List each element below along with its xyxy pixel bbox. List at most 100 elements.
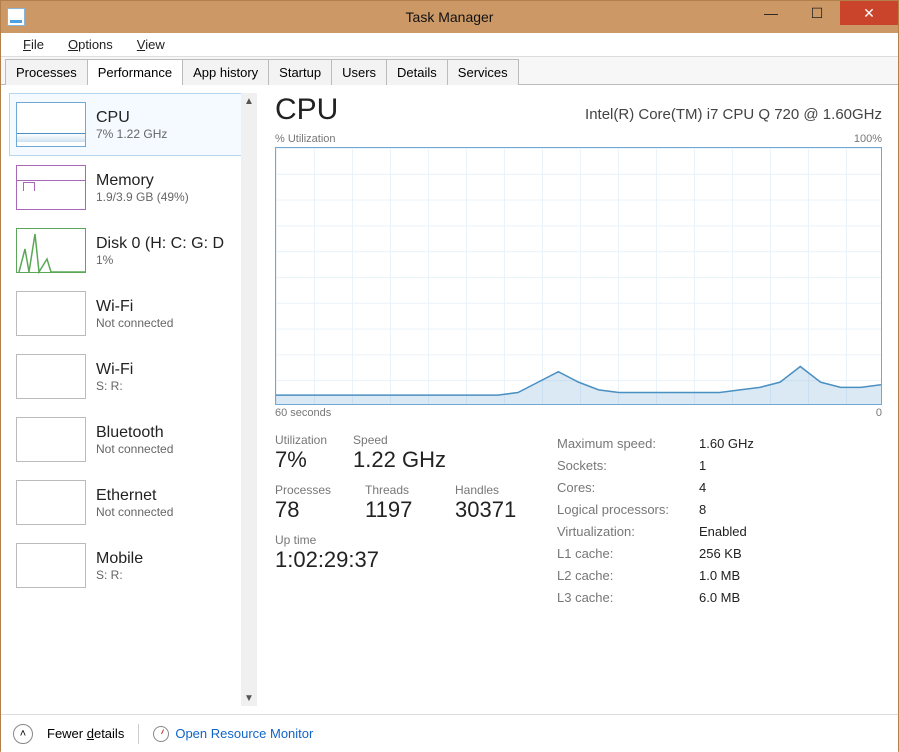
sidebar-item-title: CPU [96, 109, 167, 127]
util-label: Utilization [275, 433, 327, 447]
close-button[interactable]: ✕ [840, 1, 898, 25]
gray-thumb-icon [16, 291, 86, 336]
sidebar-item-gray-3[interactable]: Wi-FiNot connected [9, 282, 243, 345]
maximize-button[interactable]: ☐ [794, 1, 840, 25]
sidebar-scrollbar[interactable]: ▲ ▼ [241, 93, 257, 706]
sidebar-item-sub: 1% [96, 253, 224, 267]
gray-thumb-icon [16, 354, 86, 399]
sidebar-item-title: Wi-Fi [96, 361, 133, 379]
detail-pane: CPU Intel(R) Core(TM) i7 CPU Q 720 @ 1.6… [257, 93, 890, 706]
disk-thumb-icon [16, 228, 86, 273]
sidebar-item-sub: 7% 1.22 GHz [96, 127, 167, 141]
minimize-button[interactable]: — [748, 1, 794, 25]
mem-thumb-icon [16, 165, 86, 210]
tab-app-history[interactable]: App history [182, 59, 269, 85]
sidebar-item-gray-5[interactable]: BluetoothNot connected [9, 408, 243, 471]
fewer-details-chevron-icon[interactable]: ˄ [13, 724, 33, 744]
menubar: File Options View [1, 33, 898, 57]
sidebar-item-gray-4[interactable]: Wi-FiS: R: [9, 345, 243, 408]
stat-value: 1.0 MB [699, 565, 740, 587]
footer: ˄ Fewer details Open Resource Monitor [1, 714, 898, 752]
resource-monitor-icon [153, 726, 169, 742]
window-buttons: — ☐ ✕ [748, 1, 898, 25]
util-value: 7% [275, 447, 327, 473]
chart-xright: 0 [876, 407, 882, 419]
stat-value: 256 KB [699, 543, 742, 565]
sidebar-item-title: Memory [96, 172, 189, 190]
stat-row: Virtualization:Enabled [557, 521, 754, 543]
scroll-up-icon[interactable]: ▲ [241, 93, 257, 109]
tab-services[interactable]: Services [447, 59, 519, 85]
sidebar-item-title: Mobile [96, 550, 143, 568]
menu-file[interactable]: File [11, 35, 56, 54]
tabstrip: Processes Performance App history Startu… [1, 57, 898, 85]
stat-row: Maximum speed: 1.60 GHz [557, 433, 754, 455]
stat-row: L3 cache:6.0 MB [557, 587, 754, 609]
fewer-details-label[interactable]: Fewer details [47, 726, 124, 741]
tab-startup[interactable]: Startup [268, 59, 332, 85]
uptime-label: Up time [275, 533, 525, 547]
window-title: Task Manager [406, 9, 494, 25]
gray-thumb-icon [16, 543, 86, 588]
speed-label: Speed [353, 433, 446, 447]
tab-performance[interactable]: Performance [87, 59, 183, 85]
stat-value: 8 [699, 499, 706, 521]
handles-value: 30371 [455, 497, 525, 523]
sidebar-item-sub: Not connected [96, 316, 173, 330]
sidebar-item-gray-7[interactable]: MobileS: R: [9, 534, 243, 597]
open-resource-monitor-link[interactable]: Open Resource Monitor [153, 726, 313, 742]
menu-view-label: iew [145, 37, 165, 52]
stat-value: Enabled [699, 521, 747, 543]
threads-label: Threads [365, 483, 435, 497]
stat-value: 4 [699, 477, 706, 499]
sidebar-item-disk-2[interactable]: Disk 0 (H: C: G: D1% [9, 219, 243, 282]
stat-key: Cores: [557, 477, 689, 499]
processes-value: 78 [275, 497, 345, 523]
titlebar[interactable]: Task Manager — ☐ ✕ [1, 1, 898, 33]
task-manager-window: Task Manager — ☐ ✕ File Options View Pro… [0, 0, 899, 751]
sidebar-item-gray-6[interactable]: EthernetNot connected [9, 471, 243, 534]
sidebar-item-cpu-0[interactable]: CPU7% 1.22 GHz [9, 93, 243, 156]
stat-key: Maximum speed: [557, 433, 689, 455]
cpu-chart[interactable] [275, 147, 882, 405]
app-icon [7, 8, 25, 26]
chart-line-icon [276, 148, 881, 405]
sidebar-item-title: Wi-Fi [96, 298, 173, 316]
stat-key: Sockets: [557, 455, 689, 477]
sidebar-item-sub: Not connected [96, 442, 173, 456]
resource-monitor-label: Open Resource Monitor [175, 726, 313, 741]
chart-ylabel: % Utilization [275, 133, 336, 145]
threads-value: 1197 [365, 497, 435, 523]
handles-label: Handles [455, 483, 525, 497]
chart-xleft: 60 seconds [275, 407, 331, 419]
uptime-value: 1:02:29:37 [275, 547, 525, 573]
sidebar-item-title: Ethernet [96, 487, 173, 505]
stat-key: Logical processors: [557, 499, 689, 521]
stat-value: 1.60 GHz [699, 433, 754, 455]
stat-row: Cores: 4 [557, 477, 754, 499]
menu-options-label: ptions [78, 37, 113, 52]
menu-view[interactable]: View [125, 35, 177, 54]
tab-users[interactable]: Users [331, 59, 387, 85]
sidebar-item-sub: Not connected [96, 505, 173, 519]
detail-title: CPU [275, 93, 338, 127]
tab-details[interactable]: Details [386, 59, 448, 85]
menu-options[interactable]: Options [56, 35, 125, 54]
sidebar-item-title: Bluetooth [96, 424, 173, 442]
sidebar-item-mem-1[interactable]: Memory1.9/3.9 GB (49%) [9, 156, 243, 219]
sidebar-item-sub: S: R: [96, 379, 133, 393]
scroll-track[interactable] [241, 109, 257, 690]
detail-device: Intel(R) Core(TM) i7 CPU Q 720 @ 1.60GHz [585, 106, 882, 123]
stat-key: L1 cache: [557, 543, 689, 565]
client-area: CPU7% 1.22 GHzMemory1.9/3.9 GB (49%)Disk… [1, 85, 898, 714]
cpu-thumb-icon [16, 102, 86, 147]
tab-processes[interactable]: Processes [5, 59, 88, 85]
stats: Utilization 7% Speed 1.22 GHz Processes … [275, 433, 882, 609]
sidebar-item-sub: 1.9/3.9 GB (49%) [96, 190, 189, 204]
chart-ymax: 100% [854, 133, 882, 145]
scroll-down-icon[interactable]: ▼ [241, 690, 257, 706]
sidebar-item-title: Disk 0 (H: C: G: D [96, 235, 224, 253]
stat-row: Sockets:1 [557, 455, 754, 477]
stat-row: Logical processors: 8 [557, 499, 754, 521]
menu-file-label: ile [31, 37, 44, 52]
